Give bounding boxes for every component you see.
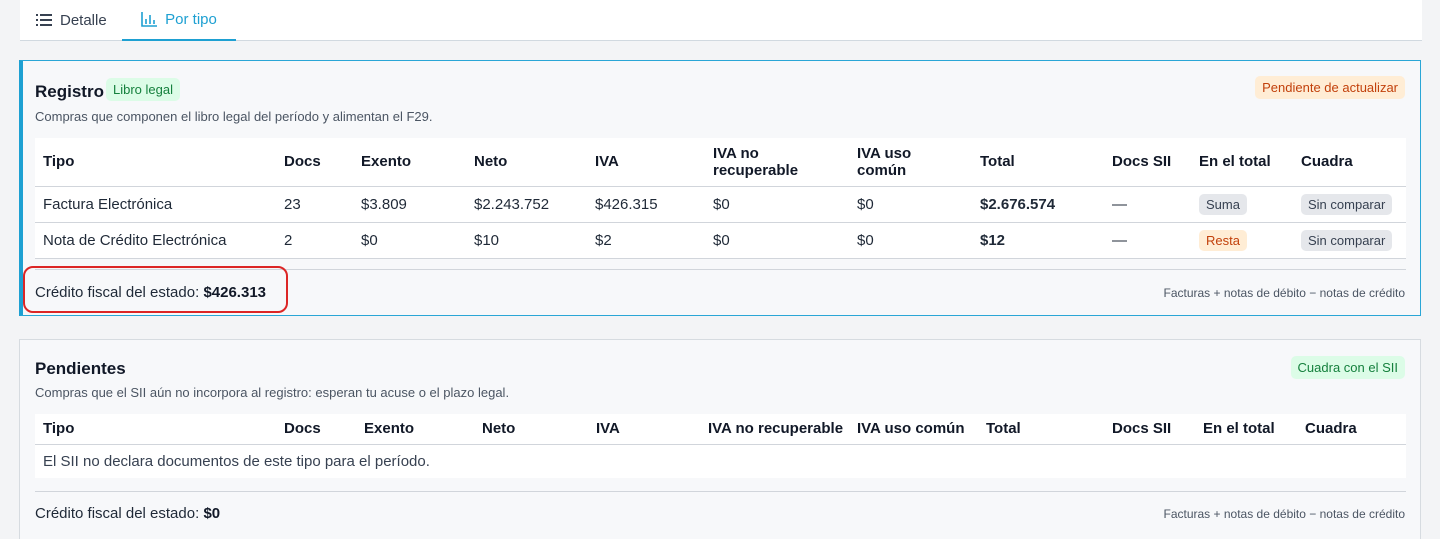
col-header: Docs SII [1112,420,1172,438]
credito-fiscal-label: Crédito fiscal del estado: [35,505,200,522]
cell-docs: 23 [284,195,301,213]
col-header: Neto [474,153,508,171]
pendientes-card: Pendientes Cuadra con el SII Compras que… [19,339,1421,539]
pendientes-table: Tipo Docs Exento Neto IVA IVA no recuper… [35,414,1406,478]
registro-title: Registro [35,82,104,101]
cell-exento: $0 [361,231,378,249]
col-header: Neto [482,420,516,438]
cell-iva-uso-comun: $0 [857,195,874,213]
cell-docs-sii: — [1112,195,1127,213]
table-row: Nota de Crédito Electrónica 2 $0 $10 $2 … [35,222,1406,258]
col-header: IVA uso común [857,420,965,438]
formula-note: Facturas + notas de débito − notas de cr… [1163,286,1406,300]
status-badge: Pendiente de actualizar [1255,76,1405,99]
cell-total: $2.676.574 [980,195,1056,213]
tab-detalle-label: Detalle [60,11,107,29]
col-header: Total [986,420,1021,438]
cell-neto: $10 [474,231,500,249]
cell-exento: $3.809 [361,195,407,213]
cell-iva: $426.315 [595,195,658,213]
cell-tipo: Nota de Crédito Electrónica [43,231,227,249]
col-header: Docs [284,420,321,438]
divider [35,491,1406,492]
cell-iva-no-recuperable: $0 [713,231,730,249]
sin-comparar-badge: Sin comparar [1301,229,1393,251]
registro-card: Registro Libro legal Pendiente de actual… [19,60,1421,316]
cell-total: $12 [980,231,1006,249]
table-header-row: Tipo Docs Exento Neto IVA IVA no recuper… [35,414,1406,444]
suma-badge: Suma [1199,193,1247,215]
cell-iva: $2 [595,231,612,249]
pendientes-title: Pendientes [35,359,126,378]
cell-neto: $2.243.752 [474,195,550,213]
credito-fiscal: Crédito fiscal del estado: $0 [35,505,220,522]
registro-subtitle: Compras que componen el libro legal del … [35,109,433,124]
bar-chart-icon [141,12,158,27]
cell-en-total: Resta [1191,222,1293,258]
col-header: IVA [596,420,620,438]
col-header: Cuadra [1305,420,1357,438]
col-header: Docs [284,153,321,171]
libro-legal-badge: Libro legal [106,78,180,101]
col-header: Tipo [43,420,75,438]
cell-iva-uso-comun: $0 [857,231,874,249]
col-header: Total [980,153,1015,171]
cell-en-total: Suma [1191,186,1293,222]
tab-detalle[interactable]: Detalle [36,0,107,40]
resta-badge: Resta [1199,229,1247,251]
col-header: Exento [361,153,412,171]
cell-docs-sii: — [1112,231,1127,249]
col-header: Tipo [43,153,75,171]
col-header: Docs SII [1112,153,1172,171]
table-row: El SII no declara documentos de este tip… [35,444,1406,478]
cell-cuadra: Sin comparar [1293,222,1406,258]
tab-por-tipo[interactable]: Por tipo [122,0,236,41]
cell-tipo: Factura Electrónica [43,195,173,213]
status-badge: Cuadra con el SII [1290,356,1405,379]
sin-comparar-badge: Sin comparar [1301,193,1393,215]
formula-note: Facturas + notas de débito − notas de cr… [1163,507,1406,521]
list-icon [36,13,52,27]
pendientes-subtitle: Compras que el SII aún no incorpora al r… [35,385,510,400]
col-header: Exento [364,420,415,438]
col-header: IVA uso común [857,144,912,179]
cell-iva-no-recuperable: $0 [713,195,730,213]
empty-message: El SII no declara documentos de este tip… [43,452,430,470]
view-tabs: Detalle Por tipo [20,0,1422,41]
col-header: Cuadra [1301,153,1353,171]
col-header: En el total [1203,420,1275,438]
registro-table: Tipo Docs Exento Neto IVA IVA no recuper… [35,138,1406,259]
tab-por-tipo-label: Por tipo [165,11,217,28]
highlight-annotation [23,266,288,313]
credito-fiscal-value: $0 [203,505,221,522]
cell-docs: 2 [284,231,293,249]
table-row: Factura Electrónica 23 $3.809 $2.243.752… [35,186,1406,222]
col-header: IVA [595,153,619,171]
col-header: IVA no recuperable [708,420,844,438]
table-header-row: Tipo Docs Exento Neto IVA IVA no recuper… [35,138,1406,186]
col-header: En el total [1199,153,1271,171]
cell-cuadra: Sin comparar [1293,186,1406,222]
col-header: IVA no recuperable [713,144,799,179]
